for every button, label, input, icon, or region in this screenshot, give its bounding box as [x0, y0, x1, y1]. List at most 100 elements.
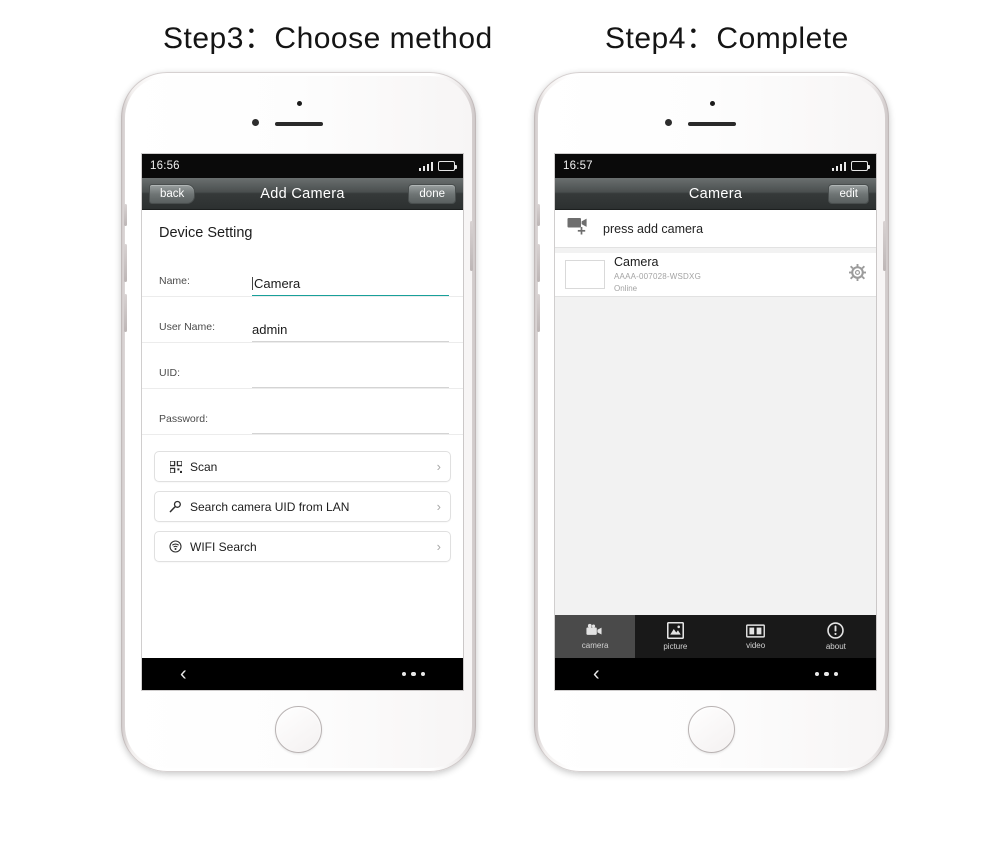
page-root: Step3：Choose method Step4：Complete 16:56 — [0, 0, 1000, 841]
proximity-sensor-icon — [665, 119, 672, 126]
chevron-right-icon: › — [436, 539, 441, 554]
action-search-lan[interactable]: Search camera UID from LAN › — [154, 491, 451, 522]
phone-right: 16:57 Camera edit press add camera Camer… — [534, 72, 889, 772]
add-camera-icon — [567, 216, 593, 241]
field-password-label: Password: — [159, 413, 209, 425]
right-nav-bar: Camera edit — [555, 178, 876, 210]
volume-up-button[interactable] — [537, 244, 540, 282]
field-uid-input[interactable] — [252, 368, 449, 388]
field-username-input[interactable]: admin — [252, 322, 449, 342]
phone-right-body: 16:57 Camera edit press add camera Camer… — [537, 76, 886, 768]
field-uid[interactable]: UID: — [142, 343, 463, 389]
right-nav-title: Camera — [688, 185, 743, 202]
left-status-bar: 16:56 — [142, 154, 463, 178]
home-button[interactable] — [275, 706, 322, 753]
left-softkey-bar: ‹ — [142, 658, 463, 690]
battery-icon — [851, 161, 871, 171]
field-name-value: Camera — [254, 276, 301, 291]
press-add-camera-label: press add camera — [603, 221, 704, 236]
menu-dots-icon[interactable] — [814, 671, 838, 677]
action-wifi-search-label: WIFI Search — [190, 539, 257, 554]
done-button[interactable]: done — [408, 184, 456, 204]
silent-switch[interactable] — [537, 204, 540, 226]
phone-left-body: 16:56 back Add Camera done Device Settin… — [124, 76, 473, 768]
camera-status: Online — [614, 283, 638, 293]
android-back-icon[interactable]: ‹ — [180, 664, 187, 684]
menu-dots-icon[interactable] — [401, 671, 425, 677]
volume-up-button[interactable] — [124, 244, 127, 282]
left-nav-title: Add Camera — [260, 185, 345, 202]
camera-icon — [586, 623, 605, 640]
battery-icon — [438, 161, 458, 171]
list-empty-space — [555, 297, 876, 615]
right-status-time: 16:57 — [563, 160, 593, 172]
tab-about[interactable]: about — [796, 615, 876, 658]
left-status-time: 16:56 — [150, 160, 180, 172]
section-title-device-setting: Device Setting — [159, 225, 253, 241]
info-icon — [827, 622, 845, 641]
silent-switch[interactable] — [124, 204, 127, 226]
device-setting-form: Device Setting Name: Camera User Name: a… — [142, 210, 463, 690]
field-username[interactable]: User Name: admin — [142, 297, 463, 343]
step3-title: Step3：Choose method — [163, 22, 493, 55]
camera-uid: AAAA-007028-WSDXG — [614, 271, 701, 281]
action-wifi-search[interactable]: WIFI Search › — [154, 531, 451, 562]
tab-camera-label: camera — [581, 641, 609, 650]
power-button[interactable] — [470, 221, 473, 271]
camera-snapshot-thumbnail[interactable] — [565, 260, 605, 289]
left-phone-screen: 16:56 back Add Camera done Device Settin… — [142, 154, 463, 690]
tab-video[interactable]: video — [716, 615, 796, 658]
field-name-input[interactable]: Camera — [252, 276, 449, 296]
front-camera-icon — [297, 101, 302, 106]
method-action-list: Scan › Search camera UID from LAN › WIFI… — [142, 435, 463, 562]
action-search-lan-label: Search camera UID from LAN — [190, 499, 350, 514]
signal-bars-icon — [418, 161, 433, 171]
picture-icon — [666, 621, 684, 641]
bottom-tab-bar: camera picture video about — [555, 615, 876, 658]
camera-meta: Camera AAAA-007028-WSDXG Online — [614, 255, 840, 294]
tab-picture[interactable]: picture — [635, 615, 715, 658]
step4-title: Step4：Complete — [605, 22, 849, 55]
edit-button[interactable]: edit — [828, 184, 869, 204]
press-add-camera-row[interactable]: press add camera — [555, 210, 876, 248]
signal-bars-icon — [831, 161, 846, 171]
right-phone-screen: 16:57 Camera edit press add camera Camer… — [555, 154, 876, 690]
right-softkey-bar: ‹ — [555, 658, 876, 690]
video-icon — [746, 623, 766, 640]
camera-list-item[interactable]: Camera AAAA-007028-WSDXG Online — [555, 253, 876, 297]
field-name[interactable]: Name: Camera — [142, 251, 463, 297]
home-button[interactable] — [688, 706, 735, 753]
android-back-icon[interactable]: ‹ — [593, 664, 600, 684]
gear-icon[interactable] — [849, 263, 866, 286]
proximity-sensor-icon — [252, 119, 259, 126]
chevron-right-icon: › — [436, 499, 441, 514]
qr-scan-icon — [166, 460, 185, 473]
earpiece-speaker — [275, 122, 323, 126]
front-camera-icon — [710, 101, 715, 106]
right-status-bar: 16:57 — [555, 154, 876, 178]
tab-picture-label: picture — [663, 642, 688, 651]
field-password[interactable]: Password: — [142, 389, 463, 435]
field-password-input[interactable] — [252, 414, 449, 434]
camera-list: press add camera Camera AAAA-007028-WSDX… — [555, 210, 876, 690]
earpiece-speaker — [688, 122, 736, 126]
power-button[interactable] — [883, 221, 886, 271]
tab-camera[interactable]: camera — [555, 615, 636, 658]
action-scan[interactable]: Scan › — [154, 451, 451, 482]
action-scan-label: Scan — [190, 459, 218, 474]
left-nav-bar: back Add Camera done — [142, 178, 463, 210]
field-name-label: Name: — [159, 275, 190, 287]
search-icon — [166, 500, 185, 513]
tab-about-label: about — [825, 642, 846, 651]
chevron-right-icon: › — [436, 459, 441, 474]
volume-down-button[interactable] — [124, 294, 127, 332]
volume-down-button[interactable] — [537, 294, 540, 332]
camera-name: Camera — [614, 255, 659, 270]
left-status-icons — [418, 161, 458, 171]
right-status-icons — [831, 161, 871, 171]
field-uid-label: UID: — [159, 367, 180, 379]
field-username-label: User Name: — [159, 321, 216, 333]
phone-left: 16:56 back Add Camera done Device Settin… — [121, 72, 476, 772]
wifi-icon — [166, 540, 185, 553]
back-button[interactable]: back — [149, 184, 196, 204]
